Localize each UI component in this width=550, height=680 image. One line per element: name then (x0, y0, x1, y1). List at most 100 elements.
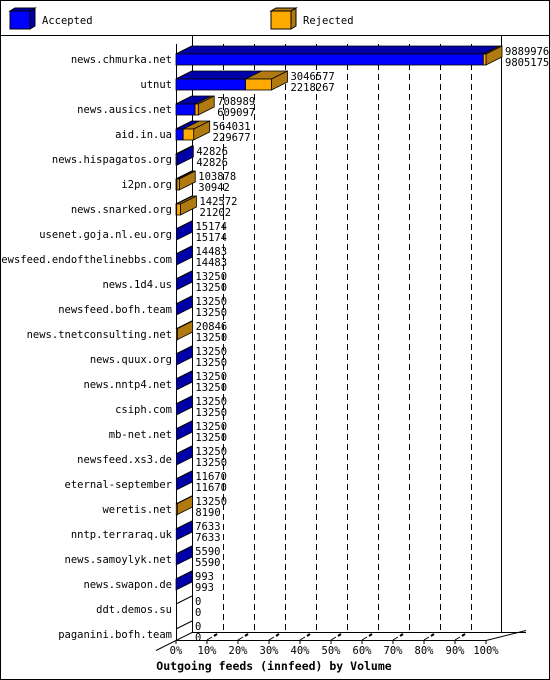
category-label: mb-net.net (109, 429, 172, 441)
category-label: news.ausics.net (77, 104, 172, 116)
bar-rejected (194, 103, 199, 116)
legend-swatch-side (290, 7, 297, 30)
category-label: news.1d4.us (102, 279, 172, 291)
bar-side (176, 370, 193, 391)
x-tick-label: 30% (260, 645, 280, 657)
category-label: paganini.bofh.team (58, 629, 172, 641)
category-label: news.tnetconsulting.net (27, 329, 172, 341)
category-label: csiph.com (115, 404, 172, 416)
value-label-accepted: 0 (195, 607, 201, 619)
value-label-accepted: 229677 (213, 132, 251, 144)
x-tick-slant (423, 636, 430, 641)
bar-side (176, 220, 193, 241)
gridlines (223, 44, 472, 632)
value-label-accepted: 30942 (198, 182, 230, 194)
category-label: news.hispagatos.org (52, 154, 172, 166)
x-tick-slant-mark (337, 633, 342, 637)
x-tick-label: 60% (353, 645, 373, 657)
bar-side (175, 545, 193, 566)
bar-side (176, 345, 193, 366)
category-label: eternal-september (65, 479, 172, 491)
category-label: utnut (140, 79, 172, 91)
bar-rejected (176, 328, 178, 341)
value-label-accepted: 13250 (195, 432, 227, 444)
bar-accepted (175, 128, 184, 141)
bar-side (176, 320, 194, 341)
value-label-accepted: 21202 (199, 207, 231, 219)
value-label-accepted: 13250 (195, 307, 227, 319)
category-label: news.quux.org (90, 354, 172, 366)
bar-side (176, 395, 193, 416)
bar-side (175, 470, 193, 491)
legend: Accepted Rejected (8, 7, 354, 30)
bar-top-accepted (175, 45, 500, 55)
x-tick-label: 70% (384, 645, 404, 657)
wall-divider (175, 595, 193, 605)
bar-accepted (175, 78, 246, 91)
value-label-accepted: 5590 (195, 557, 220, 569)
x-tick-slant-mark (306, 633, 311, 637)
x-tick-slant-mark (244, 633, 249, 637)
bar-rejected (245, 78, 272, 91)
legend-label-rejected: Rejected (303, 15, 354, 27)
bar-rejected (176, 203, 181, 216)
category-label: ddt.demos.su (96, 604, 172, 616)
value-label-accepted: 13250 (195, 382, 227, 394)
x-tick-slant (361, 636, 368, 641)
x-axis: 0% 10% 20% 30% 40% 50% 60% 70% 80% 90% 100% (170, 633, 499, 657)
bar-accepted (175, 153, 178, 166)
category-label: news.nntp4.net (83, 379, 172, 391)
bar-rejected (482, 53, 487, 66)
bar-side (175, 520, 193, 541)
category-label: usenet.goja.nl.eu.org (39, 229, 172, 241)
x-tick-label: 20% (229, 645, 249, 657)
x-tick-label: 90% (446, 645, 466, 657)
category-label: newsfeed.xs3.de (77, 454, 172, 466)
chart: Accepted Rejected news.chmurka.netutnutne… (0, 7, 549, 673)
bar-rejected (176, 178, 180, 191)
legend-swatch-rejected (270, 10, 292, 30)
x-tick-slant-mark (399, 633, 404, 637)
category-label: nntp.terraraq.uk (71, 529, 173, 541)
value-label-accepted: 13250 (196, 332, 228, 344)
chart-title: Outgoing feeds (innfeed) by Volume (156, 659, 391, 673)
value-label-accepted: 13250 (195, 357, 227, 369)
value-label-accepted: 7633 (195, 532, 220, 544)
category-label: aid.in.ua (115, 129, 172, 141)
value-label-accepted: 0 (195, 632, 201, 644)
bar-side (176, 445, 193, 466)
value-label-accepted: 11670 (195, 482, 227, 494)
x-tick-label: 10% (198, 645, 218, 657)
x-tick-slant (237, 636, 244, 641)
category-label: news.swapon.de (83, 579, 172, 591)
bar-accepted (175, 103, 196, 116)
x-tick-slant (268, 636, 275, 641)
bar-side (176, 420, 193, 441)
x-tick-slant-mark (461, 633, 466, 637)
x-tick-slant-mark (275, 633, 280, 637)
x-tick-label: 100% (473, 645, 499, 657)
category-label: newsfeed.bofh.team (58, 304, 172, 316)
category-label: news.chmurka.net (71, 54, 172, 66)
legend-swatch-accepted (9, 10, 31, 30)
wall-divider (175, 620, 193, 630)
bar-rejected (182, 128, 195, 141)
bar-side (176, 270, 193, 291)
value-label-accepted: 9805175 (505, 57, 549, 69)
x-tick-slant (330, 636, 337, 641)
x-tick-label: 80% (415, 645, 435, 657)
x-tick-label: 0% (170, 645, 183, 657)
value-label-accepted: 13250 (195, 407, 227, 419)
category-label: i2pn.org (121, 179, 172, 191)
category-labels: news.chmurka.net utnut news.ausics.net aid.… (0, 54, 173, 641)
x-tick-slant-mark (430, 633, 435, 637)
x-tick-slant-mark (213, 633, 218, 637)
bar-side (175, 570, 193, 591)
category-label: news.samoylyk.net (65, 554, 172, 566)
bar-side (176, 245, 193, 266)
x-tick-slant (299, 636, 306, 641)
category-label: news.snarked.org (71, 204, 172, 216)
x-tick-label: 50% (322, 645, 342, 657)
value-label-accepted: 14483 (195, 257, 227, 269)
x-tick-slant-mark (368, 633, 373, 637)
